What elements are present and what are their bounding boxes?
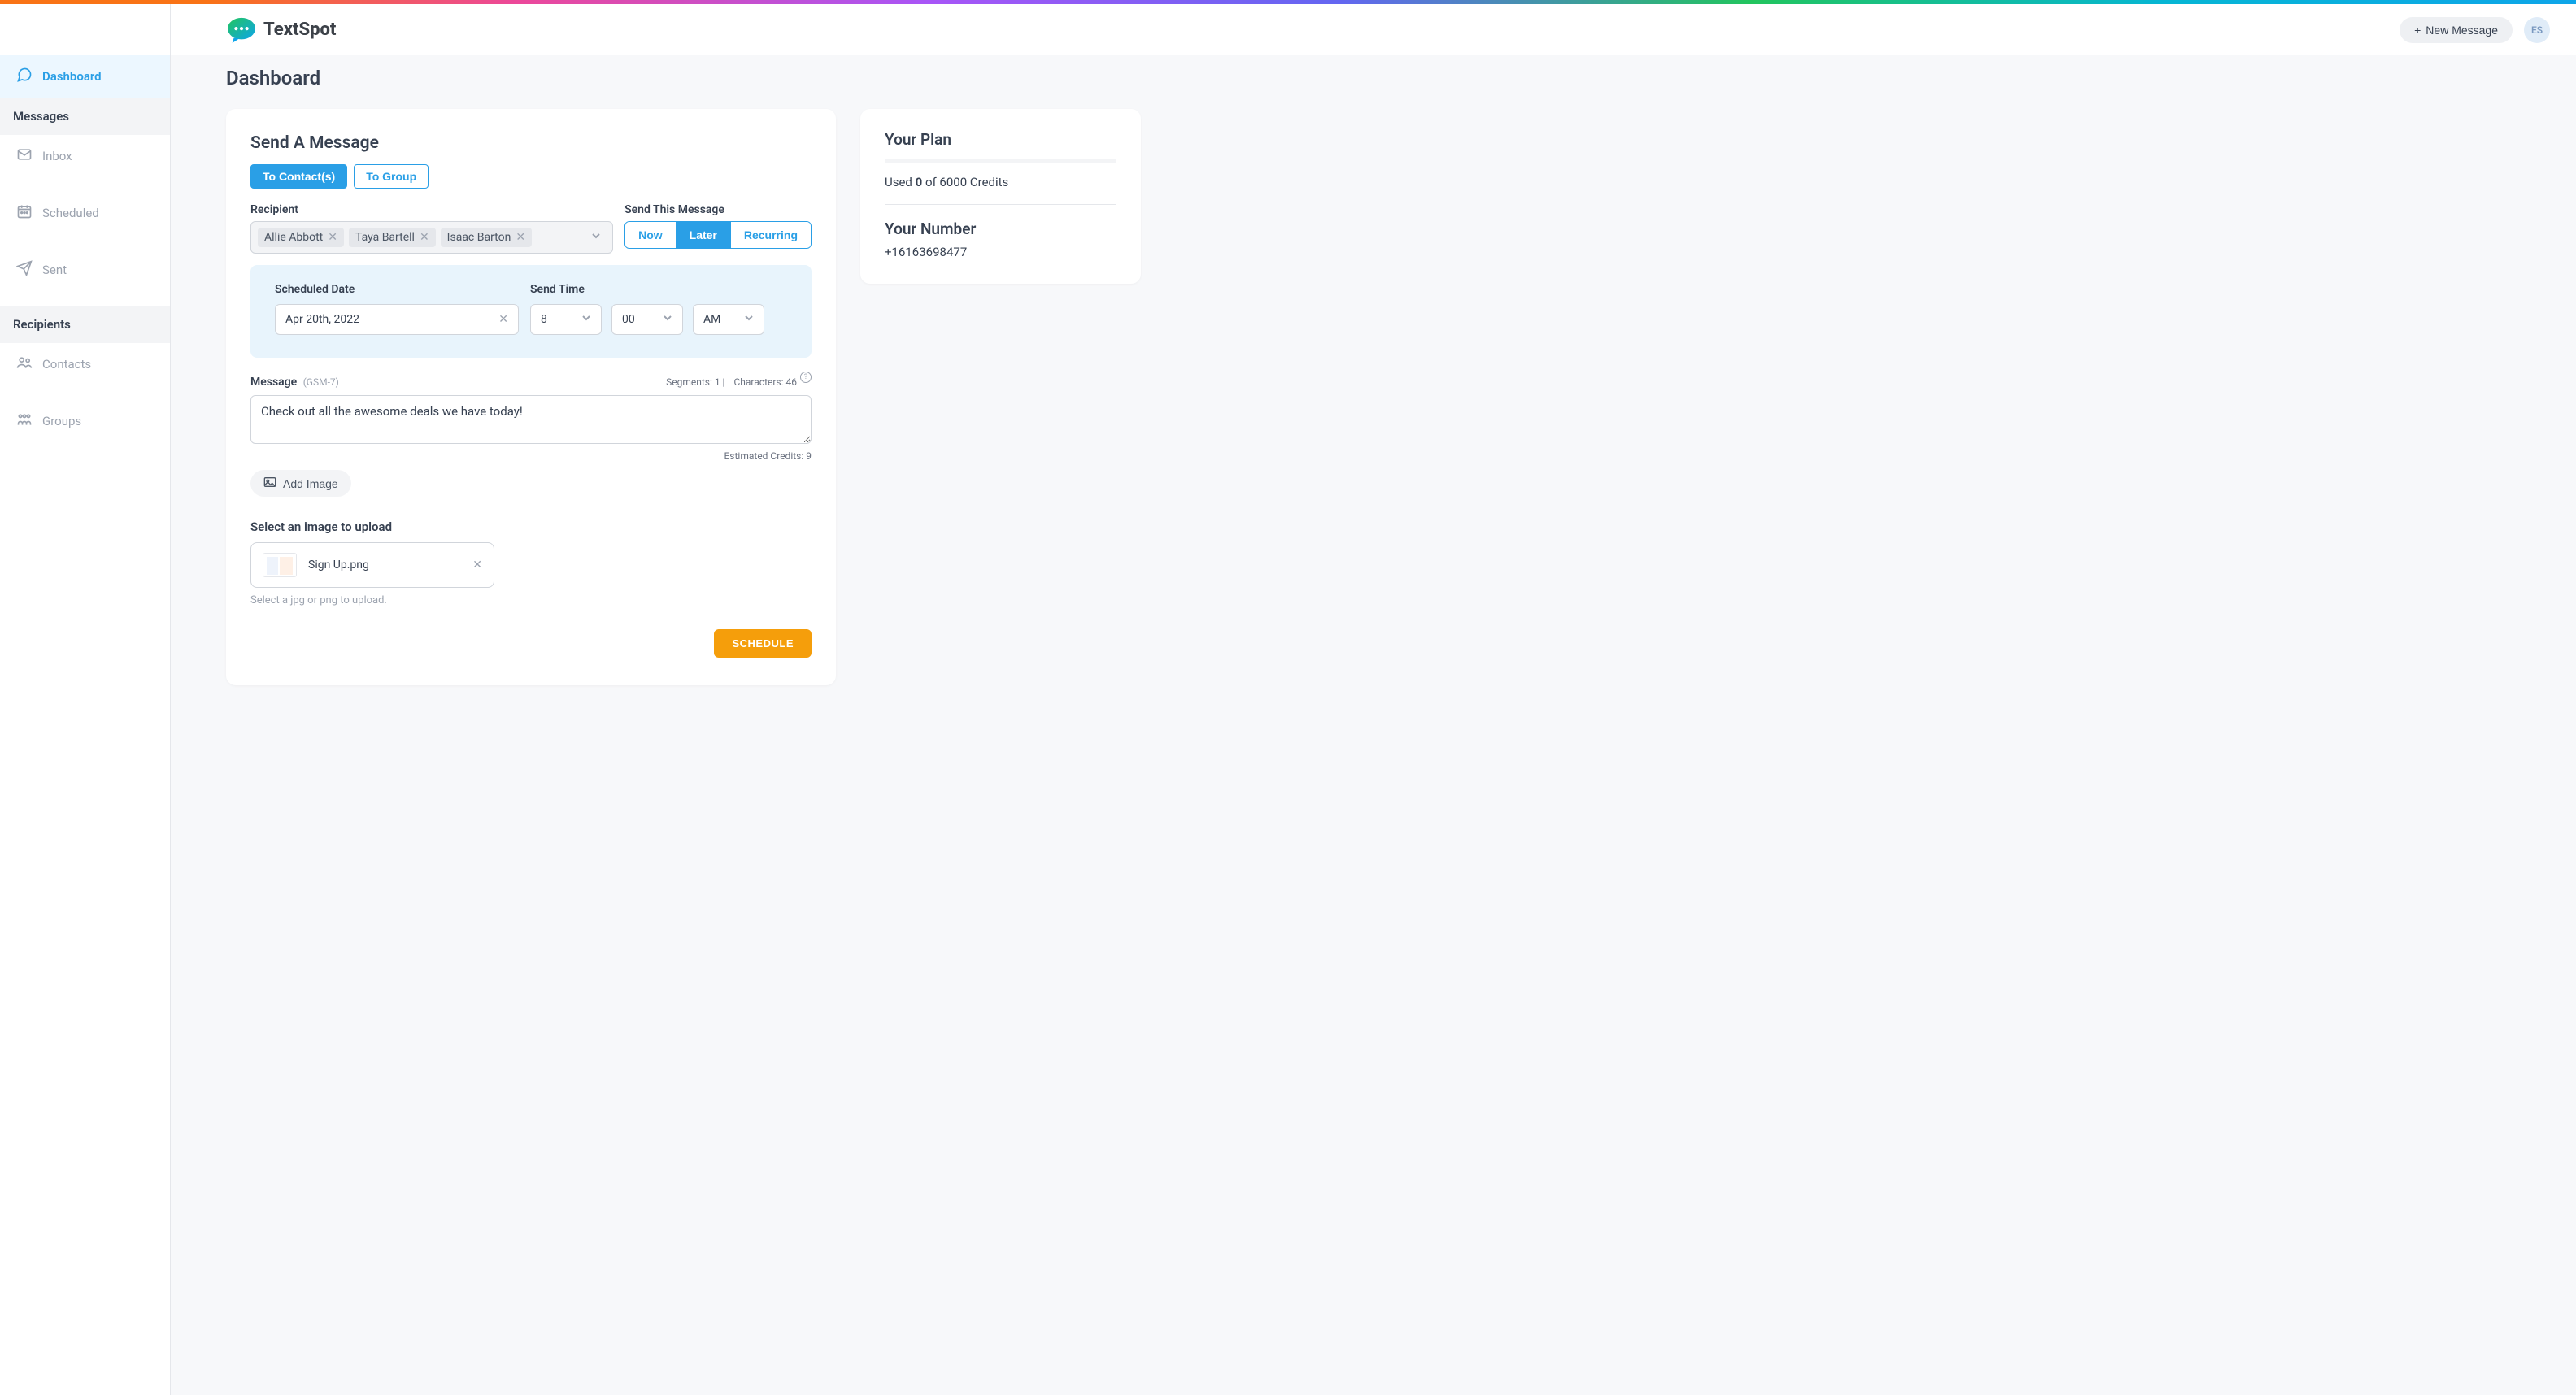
sidebar-item-label: Inbox	[42, 149, 72, 163]
recipient-chip: Allie Abbott ✕	[258, 228, 344, 247]
estimated-credits: Estimated Credits: 9	[250, 450, 812, 462]
sidebar-item-dashboard[interactable]: Dashboard	[0, 55, 170, 98]
sidebar-item-groups[interactable]: Groups	[0, 400, 170, 442]
credits-usage: Used 0 of 6000 Credits	[885, 175, 1116, 189]
timing-recurring-button[interactable]: Recurring	[730, 222, 811, 248]
sidebar: Dashboard Messages Inbox Scheduled Sen	[0, 4, 171, 1395]
avatar-initials: ES	[2531, 24, 2543, 36]
hour-select[interactable]: 8	[530, 304, 602, 335]
hour-value: 8	[541, 313, 547, 326]
page-title: Dashboard	[171, 55, 2576, 89]
minute-select[interactable]: 00	[611, 304, 683, 335]
your-number-title: Your Number	[885, 219, 1116, 238]
file-thumbnail	[263, 553, 297, 577]
main: TextSpot + New Message ES Dashboard Send…	[171, 4, 2576, 1395]
plan-card: Your Plan Used 0 of 6000 Credits Your Nu…	[860, 109, 1141, 284]
divider	[885, 204, 1116, 205]
avatar[interactable]: ES	[2524, 17, 2550, 43]
paper-plane-icon	[16, 260, 33, 280]
help-icon[interactable]: ?	[800, 372, 812, 383]
scheduled-date-value: Apr 20th, 2022	[285, 313, 359, 326]
tab-to-contacts[interactable]: To Contact(s)	[250, 164, 347, 189]
sidebar-item-contacts[interactable]: Contacts	[0, 343, 170, 385]
message-encoding: (GSM-7)	[303, 376, 339, 388]
sidebar-item-label: Sent	[42, 263, 67, 277]
credits-suffix: of 6000 Credits	[922, 175, 1008, 189]
send-timing-label: Send This Message	[624, 203, 812, 216]
chip-remove-icon[interactable]: ✕	[516, 231, 525, 244]
message-label: Message	[250, 376, 297, 389]
tab-to-group[interactable]: To Group	[354, 164, 429, 189]
recipient-chip: Taya Bartell ✕	[349, 228, 436, 247]
chevron-down-icon	[744, 313, 754, 326]
clear-date-icon[interactable]: ✕	[498, 313, 508, 326]
sidebar-item-sent[interactable]: Sent	[0, 249, 170, 291]
add-image-button[interactable]: Add Image	[250, 470, 351, 497]
group-icon	[16, 411, 33, 431]
scheduled-date-label: Scheduled Date	[275, 283, 519, 296]
send-message-title: Send A Message	[250, 133, 812, 153]
credits-used-value: 0	[916, 175, 923, 189]
schedule-button[interactable]: SCHEDULE	[714, 629, 812, 658]
phone-number: +16163698477	[885, 245, 1116, 259]
chevron-down-icon	[581, 313, 591, 326]
calendar-icon	[16, 203, 33, 223]
sidebar-item-label: Groups	[42, 414, 81, 428]
new-message-button[interactable]: + New Message	[2400, 17, 2513, 43]
recipient-label: Recipient	[250, 203, 613, 216]
sidebar-item-label: Dashboard	[42, 69, 102, 84]
uploaded-file: Sign Up.png ✕	[250, 542, 494, 588]
chevron-down-icon	[591, 231, 606, 244]
send-message-card: Send A Message To Contact(s) To Group Re…	[226, 109, 836, 685]
add-image-label: Add Image	[283, 477, 338, 490]
schedule-panel: Scheduled Date Apr 20th, 2022 ✕ Send Tim…	[250, 265, 812, 358]
credits-prefix: Used	[885, 175, 916, 189]
file-name: Sign Up.png	[308, 558, 369, 571]
recipient-chip: Isaac Barton ✕	[441, 228, 532, 247]
chip-remove-icon[interactable]: ✕	[420, 231, 429, 244]
image-icon	[263, 476, 276, 490]
message-textarea[interactable]	[250, 395, 812, 444]
ampm-value: AM	[703, 313, 720, 326]
sidebar-section-recipients: Recipients	[0, 306, 170, 343]
timing-now-button[interactable]: Now	[625, 222, 676, 248]
characters-count: Characters: 46	[733, 376, 797, 388]
sidebar-item-label: Scheduled	[42, 206, 99, 220]
sidebar-item-label: Contacts	[42, 357, 91, 372]
chip-label: Taya Bartell	[355, 231, 415, 244]
logo-bubble-icon	[226, 16, 257, 44]
topbar: TextSpot + New Message ES	[171, 4, 2576, 55]
chip-label: Allie Abbott	[264, 231, 323, 244]
upload-hint: Select a jpg or png to upload.	[250, 594, 812, 606]
new-message-label: New Message	[2426, 24, 2498, 37]
plus-icon: +	[2414, 24, 2421, 37]
ampm-select[interactable]: AM	[693, 304, 764, 335]
users-icon	[16, 354, 33, 374]
chat-bubble-icon	[16, 67, 33, 86]
plan-title: Your Plan	[885, 130, 1116, 149]
sidebar-spacer	[0, 4, 170, 55]
chip-remove-icon[interactable]: ✕	[328, 231, 337, 244]
chevron-down-icon	[663, 313, 672, 326]
brand-name: TextSpot	[263, 20, 336, 40]
segments-count: Segments: 1 |	[666, 376, 724, 388]
remove-file-icon[interactable]: ✕	[472, 558, 482, 571]
sidebar-section-messages: Messages	[0, 98, 170, 135]
timing-segmented: Now Later Recurring	[624, 221, 812, 249]
upload-title: Select an image to upload	[250, 519, 812, 534]
credits-progress-bar	[885, 159, 1116, 163]
sidebar-item-scheduled[interactable]: Scheduled	[0, 192, 170, 234]
sidebar-item-inbox[interactable]: Inbox	[0, 135, 170, 177]
brand-logo[interactable]: TextSpot	[226, 16, 336, 44]
timing-later-button[interactable]: Later	[676, 222, 730, 248]
minute-value: 00	[622, 313, 635, 326]
chip-label: Isaac Barton	[447, 231, 511, 244]
recipient-select[interactable]: Allie Abbott ✕ Taya Bartell ✕ Isaac Bart…	[250, 221, 613, 254]
scheduled-date-input[interactable]: Apr 20th, 2022 ✕	[275, 304, 519, 335]
envelope-icon	[16, 146, 33, 166]
send-time-label: Send Time	[530, 283, 764, 296]
